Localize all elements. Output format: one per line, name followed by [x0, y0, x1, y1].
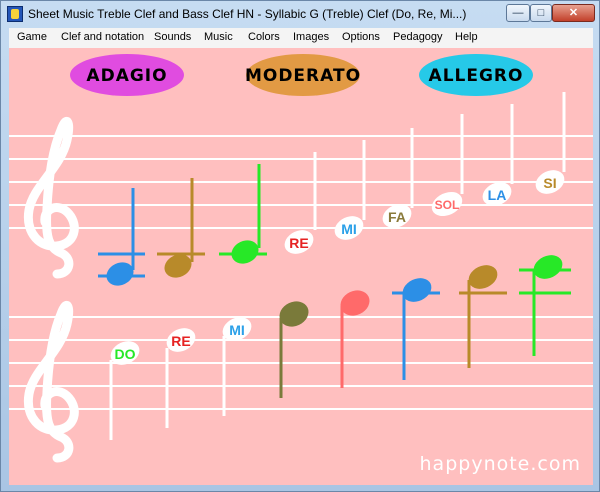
note-bottom-7[interactable]: [459, 261, 507, 368]
tempo-button-adagio-label: ADAGIO: [86, 66, 167, 86]
menu-music[interactable]: Music: [204, 31, 233, 43]
note-top-7[interactable]: SOL: [428, 114, 466, 221]
menu-colors[interactable]: Colors: [248, 31, 280, 43]
menu-pedagogy[interactable]: Pedagogy: [393, 31, 443, 43]
menu-game[interactable]: Game: [17, 31, 47, 43]
note-syllable-re: RE: [171, 333, 190, 349]
note-bottom-4[interactable]: [275, 297, 312, 398]
watermark-text: happynote.com: [419, 453, 581, 475]
app-icon: [7, 6, 23, 22]
tempo-button-moderato-label: MODERATO: [245, 66, 361, 86]
window-title: Sheet Music Treble Clef and Bass Clef HN…: [28, 7, 467, 21]
note-top-5[interactable]: MI: [331, 140, 367, 244]
menu-help[interactable]: Help: [455, 31, 478, 43]
note-top-9[interactable]: SI: [532, 92, 568, 198]
tempo-button-allegro[interactable]: ALLEGRO: [419, 54, 533, 96]
note-syllable-sol: SOL: [435, 198, 460, 212]
note-syllable-mi: MI: [229, 322, 245, 338]
close-button[interactable]: ✕: [552, 4, 595, 22]
minimize-button[interactable]: —: [506, 4, 530, 22]
staff-bottom-lines: [9, 316, 593, 410]
note-syllable-do: DO: [115, 346, 136, 362]
note-syllable-si: SI: [543, 175, 556, 191]
note-syllable-re: RE: [289, 235, 308, 251]
staff-top-lines: [9, 135, 593, 229]
note-top-3[interactable]: [219, 164, 267, 268]
treble-clef-icon-bottom: [23, 300, 79, 463]
note-syllable-fa: FA: [388, 209, 406, 225]
menu-bar: Game Clef and notation Sounds Music Colo…: [9, 28, 593, 49]
note-top-6[interactable]: FA: [379, 128, 415, 232]
note-top-2[interactable]: [157, 178, 205, 282]
music-canvas: ADAGIO MODERATO ALLEGRO RE MI FA SOL LA …: [9, 48, 593, 485]
menu-options[interactable]: Options: [342, 31, 380, 43]
title-bar[interactable]: Sheet Music Treble Clef and Bass Clef HN…: [1, 1, 599, 27]
tempo-button-moderato[interactable]: MODERATO: [245, 54, 361, 96]
tempo-button-allegro-label: ALLEGRO: [429, 66, 524, 86]
note-bottom-3[interactable]: MI: [219, 313, 255, 416]
note-bottom-5[interactable]: [336, 286, 373, 388]
note-bottom-6[interactable]: [392, 274, 440, 380]
note-syllable-la: LA: [488, 187, 507, 203]
menu-sounds[interactable]: Sounds: [154, 31, 191, 43]
note-bottom-1[interactable]: DO: [107, 337, 143, 440]
note-bottom-2[interactable]: RE: [163, 324, 199, 428]
menu-images[interactable]: Images: [293, 31, 329, 43]
menu-clef-and-notation[interactable]: Clef and notation: [61, 31, 144, 43]
note-top-1[interactable]: [98, 188, 145, 290]
treble-clef-icon-top: [23, 116, 79, 279]
note-top-8[interactable]: LA: [479, 104, 515, 210]
tempo-button-adagio[interactable]: ADAGIO: [70, 54, 184, 96]
maximize-button[interactable]: □: [530, 4, 552, 22]
app-window: Sheet Music Treble Clef and Bass Clef HN…: [0, 0, 600, 492]
note-syllable-mi: MI: [341, 221, 357, 237]
note-head: [231, 240, 259, 264]
